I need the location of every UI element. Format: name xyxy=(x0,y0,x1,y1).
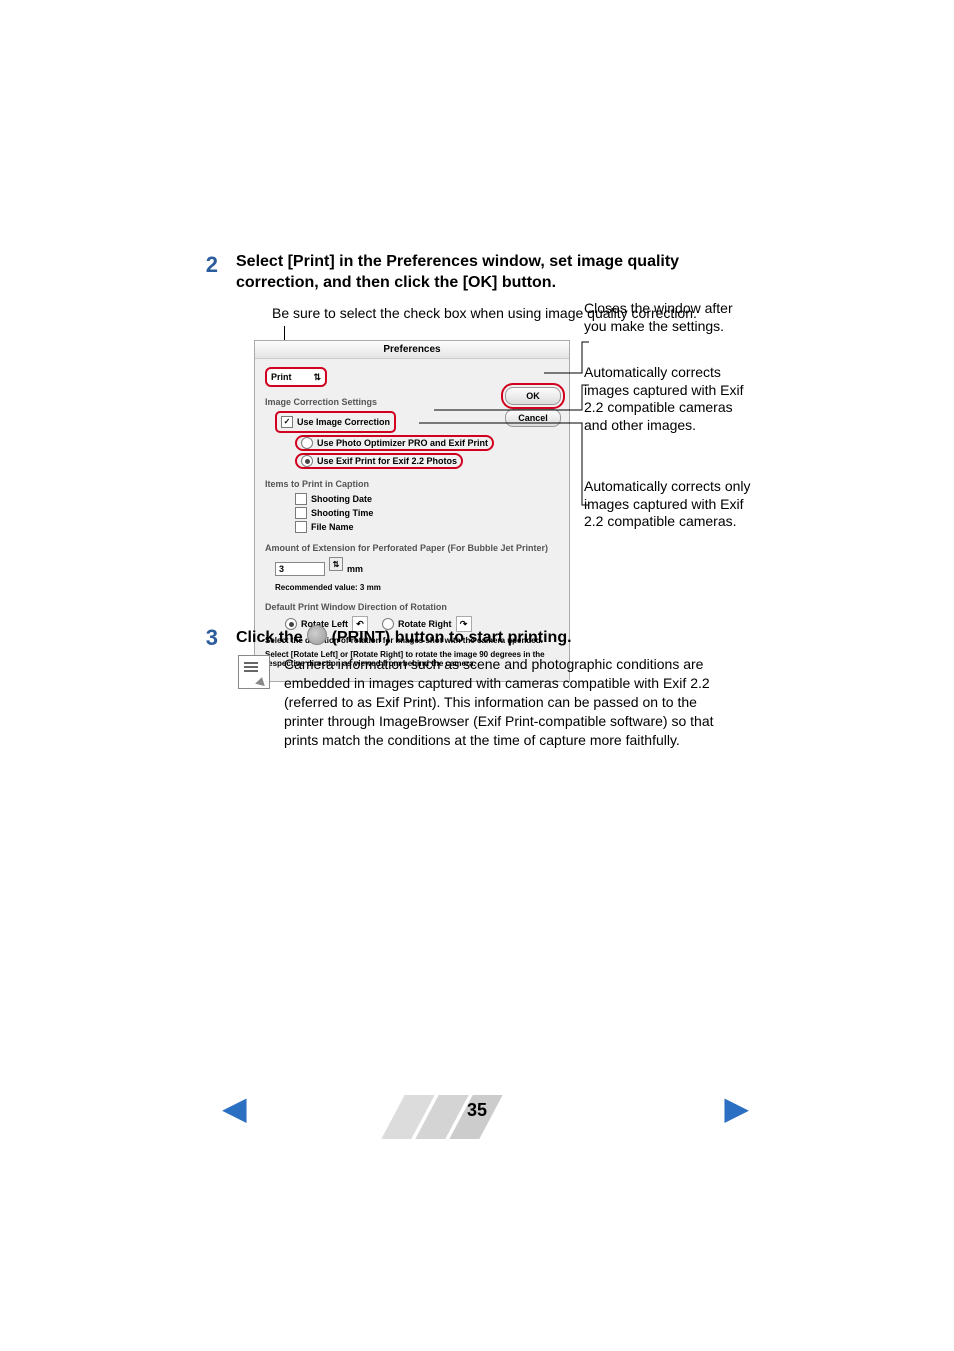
checkbox-shooting-date[interactable]: Shooting Date xyxy=(295,493,559,505)
page: 2 Select [Print] in the Preferences wind… xyxy=(0,0,954,1351)
callout-close: Closes the window after you make the set… xyxy=(584,300,754,335)
callout-opt1: Automatically corrects images captured w… xyxy=(584,364,754,434)
dialog-title: Preferences xyxy=(255,341,569,359)
radio-photo-optimizer-label: Use Photo Optimizer PRO and Exif Print xyxy=(317,438,488,448)
ok-button-label: OK xyxy=(526,391,540,401)
perforated-unit: mm xyxy=(347,564,363,574)
info-note-text: Camera information such as scene and pho… xyxy=(284,655,738,749)
perforated-extension-field: 3 ⇅ mm xyxy=(275,557,363,581)
info-note: Camera information such as scene and pho… xyxy=(238,655,738,749)
callout-opt2: Automatically corrects only images captu… xyxy=(584,478,754,531)
perforated-value-input[interactable]: 3 xyxy=(275,562,325,576)
page-number: 35 xyxy=(467,1100,487,1120)
use-image-correction-checkbox[interactable]: Use Image Correction xyxy=(275,411,396,433)
section-default-rotation: Default Print Window Direction of Rotati… xyxy=(265,602,559,612)
print-icon xyxy=(307,625,327,645)
note-icon xyxy=(238,655,270,689)
stepper-icon[interactable]: ⇅ xyxy=(329,557,343,571)
pane-dropdown-value: Print xyxy=(271,372,292,382)
section-caption-items: Items to Print in Caption xyxy=(265,479,559,489)
checkbox-shooting-time-label: Shooting Time xyxy=(311,508,373,518)
pane-dropdown[interactable]: Print ⇅ xyxy=(265,367,327,387)
checkbox-shooting-date-label: Shooting Date xyxy=(311,494,372,504)
prev-page-arrow[interactable]: ◀ xyxy=(222,1089,247,1127)
checkbox-shooting-time[interactable]: Shooting Time xyxy=(295,507,559,519)
next-page-arrow[interactable]: ▶ xyxy=(724,1089,749,1127)
cancel-button[interactable]: Cancel xyxy=(505,409,561,427)
step-2-number: 2 xyxy=(200,252,218,278)
radio-exif-print-label: Use Exif Print for Exif 2.2 Photos xyxy=(317,456,457,466)
radio-exif-print[interactable]: Use Exif Print for Exif 2.2 Photos xyxy=(295,453,463,469)
section-perforated-extension: Amount of Extension for Perforated Paper… xyxy=(265,543,559,553)
radio-photo-optimizer[interactable]: Use Photo Optimizer PRO and Exif Print xyxy=(295,435,494,451)
perforated-recommended: Recommended value: 3 mm xyxy=(275,583,559,592)
checkbox-file-name-label: File Name xyxy=(311,522,354,532)
checkbox-file-name[interactable]: File Name xyxy=(295,521,559,533)
step-3-number: 3 xyxy=(200,625,218,651)
chevron-updown-icon: ⇅ xyxy=(314,373,322,382)
cancel-button-label: Cancel xyxy=(518,413,548,423)
step-3-title-pre: Click the xyxy=(236,629,307,646)
page-footer: 35 xyxy=(0,1100,954,1121)
step-3-title: Click the (PRINT) button to start printi… xyxy=(236,625,572,649)
step-3-title-post: (PRINT) button to start printing. xyxy=(332,629,572,646)
step-2-title: Select [Print] in the Preferences window… xyxy=(236,252,760,294)
dialog-button-column: OK Cancel xyxy=(505,387,561,427)
use-image-correction-label: Use Image Correction xyxy=(297,417,390,427)
ok-button[interactable]: OK xyxy=(505,387,561,405)
